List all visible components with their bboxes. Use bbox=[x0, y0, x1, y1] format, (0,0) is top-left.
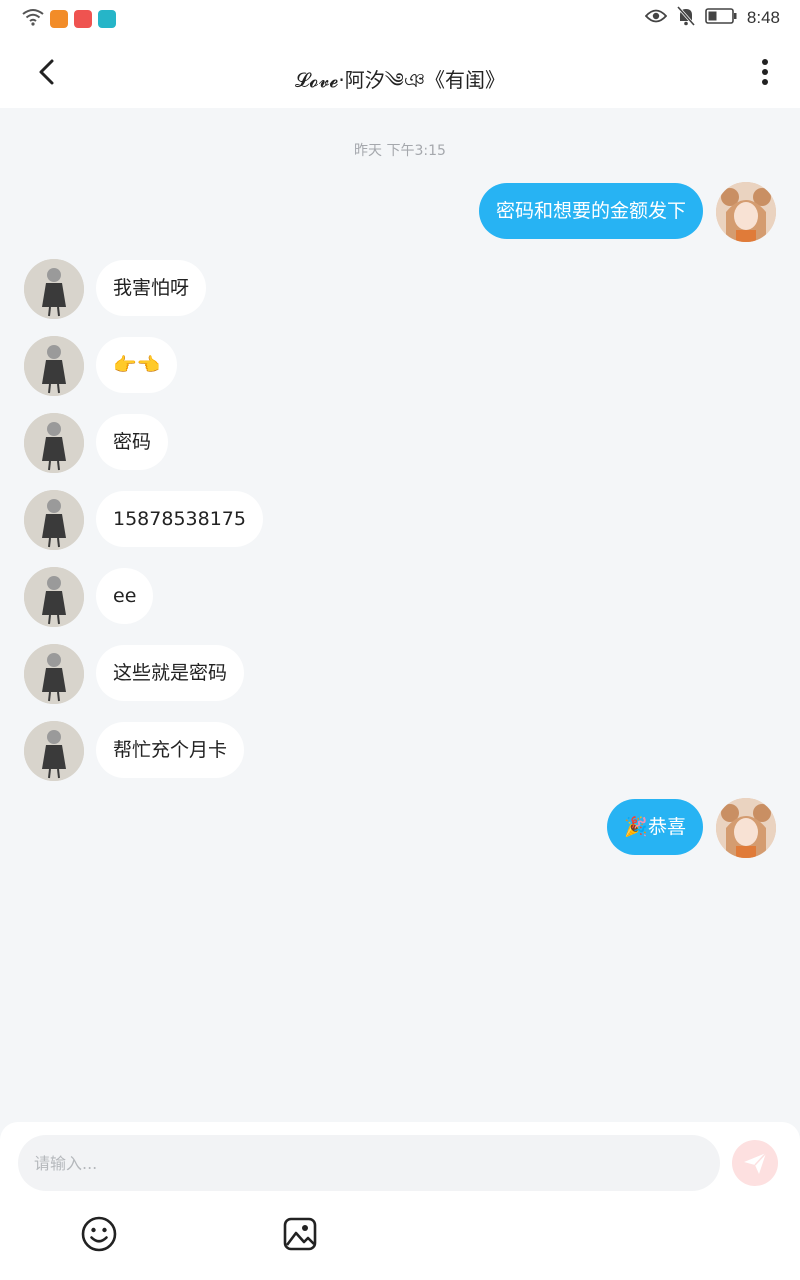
message-row-incoming: ee bbox=[0, 567, 800, 627]
avatar-contact[interactable] bbox=[24, 490, 84, 550]
message-timestamp: 昨天 下午3:15 bbox=[354, 143, 446, 159]
message-row-incoming: 我害怕呀 bbox=[0, 259, 800, 319]
avatar-contact-image bbox=[24, 490, 84, 550]
image-icon bbox=[283, 1217, 317, 1251]
avatar-contact-image bbox=[24, 413, 84, 473]
app-red-icon bbox=[74, 10, 92, 28]
avatar-contact-image bbox=[24, 644, 84, 704]
send-icon bbox=[744, 1152, 767, 1174]
avatar-contact[interactable] bbox=[24, 413, 84, 473]
message-list[interactable]: 昨天 下午3:15 密码和想要的金额发下 我害怕呀 👉👈 密码 15878538… bbox=[0, 108, 800, 1123]
clock-time: 8:48 bbox=[746, 8, 780, 27]
message-composer bbox=[0, 1122, 800, 1280]
avatar-contact[interactable] bbox=[24, 644, 84, 704]
message-row-outgoing: 🎉恭喜 bbox=[0, 798, 800, 858]
image-button[interactable] bbox=[280, 1214, 320, 1254]
app-teal-icon bbox=[98, 10, 116, 28]
avatar-contact-image bbox=[24, 336, 84, 396]
message-bubble-incoming[interactable]: 👉👈 bbox=[96, 337, 178, 393]
message-row-incoming: 密码 bbox=[0, 413, 800, 473]
wifi-icon bbox=[22, 8, 44, 30]
avatar-self-image bbox=[716, 798, 776, 858]
avatar-self-image bbox=[716, 182, 776, 242]
status-bar: 8:48 bbox=[0, 0, 800, 36]
avatar-self[interactable] bbox=[716, 182, 776, 242]
message-bubble-incoming[interactable]: 我害怕呀 bbox=[96, 260, 207, 316]
message-row-incoming: 帮忙充个月卡 bbox=[0, 721, 800, 781]
avatar-contact[interactable] bbox=[24, 259, 84, 319]
avatar-contact-image bbox=[24, 259, 84, 319]
bell-muted-icon bbox=[676, 6, 696, 30]
avatar-contact[interactable] bbox=[24, 721, 84, 781]
app-orange-icon bbox=[50, 10, 68, 28]
avatar-contact-image bbox=[24, 721, 84, 781]
message-bubble-incoming[interactable]: 帮忙充个月卡 bbox=[96, 722, 245, 778]
message-bubble-incoming[interactable]: ee bbox=[96, 568, 154, 624]
message-bubble-incoming[interactable]: 15878538175 bbox=[96, 491, 263, 547]
message-row-incoming: 👉👈 bbox=[0, 336, 800, 396]
message-bubble-outgoing[interactable]: 🎉恭喜 bbox=[607, 799, 703, 855]
emoji-button[interactable] bbox=[79, 1214, 119, 1254]
message-bubble-incoming[interactable]: 这些就是密码 bbox=[96, 645, 245, 701]
message-row-incoming: 15878538175 bbox=[0, 490, 800, 550]
chat-header: 𝓛𝓸𝓿𝓮·阿汐༄ঞ《有闺》 bbox=[0, 36, 800, 108]
more-vertical-icon bbox=[762, 59, 768, 85]
send-button[interactable] bbox=[732, 1140, 778, 1186]
message-input[interactable] bbox=[18, 1135, 720, 1191]
avatar-contact-image bbox=[24, 567, 84, 627]
emoji-icon bbox=[81, 1216, 117, 1252]
more-options-button[interactable] bbox=[750, 54, 780, 90]
message-row-incoming: 这些就是密码 bbox=[0, 644, 800, 704]
chat-title: 𝓛𝓸𝓿𝓮·阿汐༄ঞ《有闺》 bbox=[294, 68, 506, 92]
battery-icon bbox=[705, 8, 737, 28]
message-bubble-incoming[interactable]: 密码 bbox=[96, 414, 169, 470]
avatar-self[interactable] bbox=[716, 798, 776, 858]
eye-icon bbox=[644, 8, 668, 28]
avatar-contact[interactable] bbox=[24, 336, 84, 396]
status-right: 8:48 bbox=[644, 6, 780, 30]
avatar-contact[interactable] bbox=[24, 567, 84, 627]
message-bubble-outgoing[interactable]: 密码和想要的金额发下 bbox=[478, 183, 703, 239]
status-left bbox=[22, 8, 116, 30]
message-row-outgoing: 密码和想要的金额发下 bbox=[0, 182, 800, 242]
